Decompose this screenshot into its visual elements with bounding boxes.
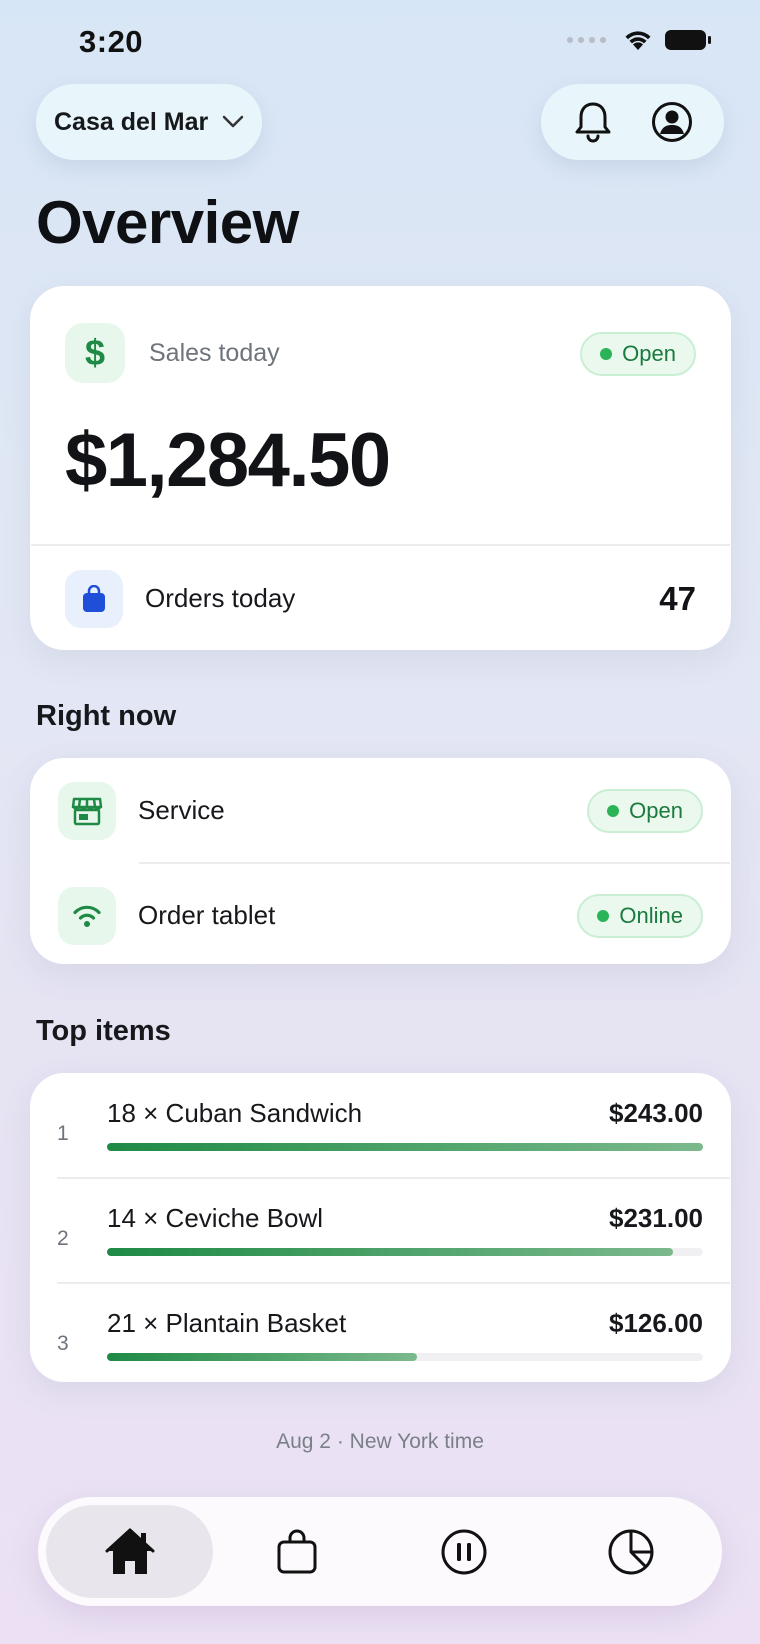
service-status-row[interactable]: Service Open — [31, 759, 730, 862]
shopping-bag-icon — [65, 569, 123, 628]
dollar-icon: $ — [65, 323, 125, 383]
top-item-bar-track — [107, 1353, 703, 1361]
top-items-heading: Top items — [36, 1015, 171, 1047]
top-item-row[interactable]: 1 18 × Cuban Sandwich $243.00 — [31, 1074, 730, 1177]
top-item-bar-fill — [107, 1143, 703, 1151]
top-item-name: 14 × Ceviche Bowl — [107, 1203, 324, 1233]
top-item-rank: 3 — [57, 1332, 69, 1355]
profile-button[interactable] — [646, 96, 698, 148]
top-item-row[interactable]: 2 14 × Ceviche Bowl $231.00 — [31, 1179, 730, 1282]
order-tablet-label: Order tablet — [138, 900, 276, 930]
top-item-bar-fill — [107, 1353, 417, 1361]
sales-label: Sales today — [149, 339, 280, 367]
tab-orders[interactable] — [213, 1505, 380, 1598]
right-now-heading: Right now — [36, 700, 177, 732]
order-tablet-status-badge: Online — [577, 893, 703, 938]
cellular-signal-icon — [567, 37, 606, 43]
service-label: Service — [138, 795, 225, 825]
tab-home[interactable] — [46, 1505, 213, 1598]
top-items-card: 1 18 × Cuban Sandwich $243.00 2 14 × Cev… — [30, 1073, 731, 1382]
status-dot-icon — [597, 909, 610, 922]
top-item-name: 18 × Cuban Sandwich — [107, 1098, 363, 1128]
restaurant-name: Casa del Mar — [54, 107, 209, 136]
store-status-badge: Open — [580, 332, 696, 376]
storefront-icon — [58, 781, 116, 840]
status-icons — [567, 28, 712, 52]
top-item-rank: 1 — [57, 1122, 69, 1145]
order-tablet-status-text: Online — [619, 902, 683, 928]
home-icon — [105, 1528, 154, 1574]
sales-amount: $1,284.50 — [65, 418, 391, 503]
restaurant-selector[interactable]: Casa del Mar — [36, 84, 262, 160]
status-dot-icon — [600, 348, 613, 360]
tab-pause[interactable] — [380, 1505, 547, 1598]
top-item-price: $243.00 — [609, 1098, 703, 1128]
status-time: 3:20 — [79, 24, 144, 59]
orders-today-row[interactable]: Orders today 47 — [31, 546, 730, 651]
sales-card: $ Sales today Open $1,284.50 Orders toda… — [30, 286, 731, 650]
store-status-text: Open — [622, 341, 676, 366]
pie-chart-icon — [608, 1529, 653, 1574]
chevron-down-icon — [223, 115, 244, 128]
service-status-text: Open — [629, 797, 683, 823]
bell-icon — [575, 102, 611, 143]
battery-icon — [665, 30, 711, 50]
wifi-icon — [58, 886, 116, 945]
top-item-price: $231.00 — [609, 1203, 703, 1233]
orders-label: Orders today — [145, 583, 296, 613]
header-actions — [541, 84, 724, 160]
bag-icon — [277, 1529, 316, 1573]
order-tablet-status-row[interactable]: Order tablet Online — [31, 864, 730, 967]
top-item-row[interactable]: 3 21 × Plantain Basket $126.00 — [31, 1284, 730, 1387]
notifications-button[interactable] — [567, 96, 619, 148]
orders-count: 47 — [659, 579, 696, 617]
tab-bar — [38, 1497, 722, 1606]
top-item-name: 21 × Plantain Basket — [107, 1308, 347, 1338]
user-circle-icon — [652, 102, 693, 142]
pause-icon — [441, 1529, 486, 1574]
right-now-card: Service Open Order tablet Online — [30, 758, 731, 964]
top-item-price: $126.00 — [609, 1308, 703, 1338]
tab-reports[interactable] — [547, 1505, 714, 1598]
top-item-bar-track — [107, 1143, 703, 1151]
status-bar: 3:20 — [0, 0, 760, 80]
top-item-bar-track — [107, 1248, 703, 1256]
page-title: Overview — [36, 189, 299, 256]
date-timezone-note: Aug 2 · New York time — [276, 1430, 484, 1453]
top-item-bar-fill — [107, 1248, 674, 1256]
service-status-badge: Open — [587, 788, 703, 833]
wifi-status-icon — [625, 31, 651, 50]
status-dot-icon — [607, 804, 620, 817]
top-item-rank: 2 — [57, 1227, 69, 1250]
